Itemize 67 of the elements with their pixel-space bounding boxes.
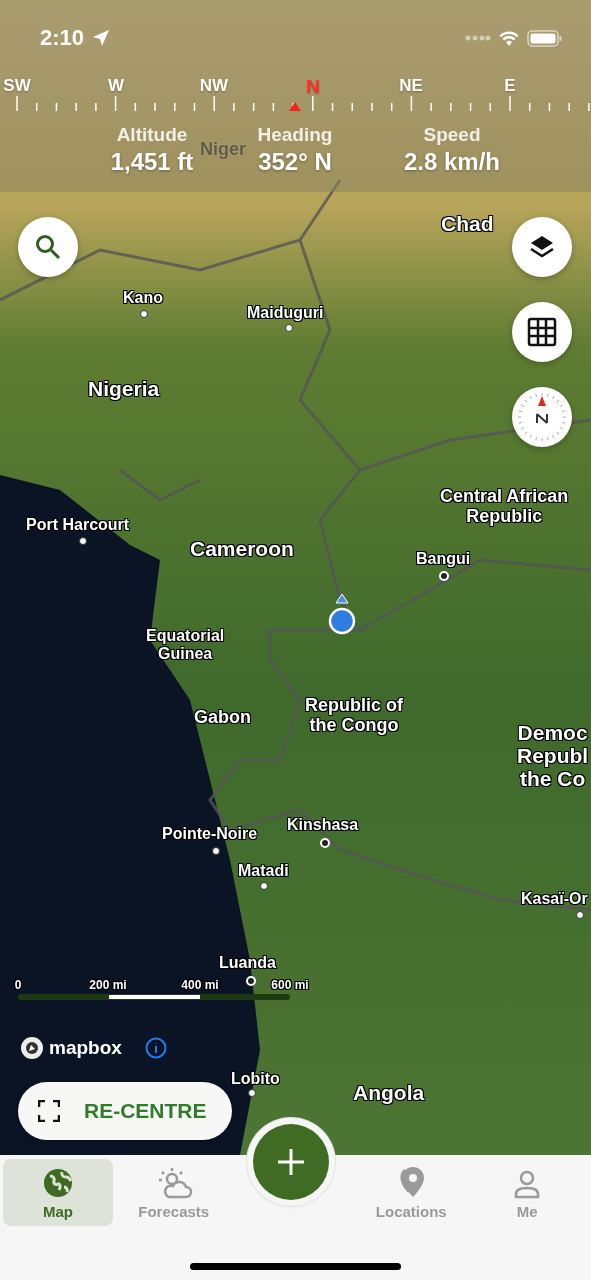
location-arrow-icon bbox=[92, 29, 111, 47]
map-label: Nigeria bbox=[88, 377, 160, 401]
logo-icon bbox=[20, 1036, 44, 1060]
wifi-icon bbox=[499, 30, 519, 46]
city-dot-icon bbox=[260, 882, 268, 890]
map-label: Kasaï-Or bbox=[521, 890, 588, 908]
city-dot-icon bbox=[576, 911, 584, 919]
city-dot-icon bbox=[140, 310, 148, 318]
map-label: Matadi bbox=[238, 862, 289, 880]
capital-marker-icon bbox=[439, 571, 449, 581]
battery-icon bbox=[527, 29, 563, 47]
map-label: Gabon bbox=[194, 708, 251, 728]
city-dot-icon bbox=[285, 324, 293, 332]
map-label: Democ Republ the Co bbox=[517, 721, 589, 791]
stat-label: Heading bbox=[257, 124, 333, 146]
grid-icon bbox=[527, 317, 557, 347]
map-label: Central African Republic bbox=[440, 487, 569, 527]
plus-icon bbox=[275, 1147, 306, 1177]
focus-frame-icon bbox=[38, 1100, 60, 1122]
city-dot-icon bbox=[79, 537, 87, 545]
scale-label: 600 mi bbox=[271, 978, 309, 992]
map-label: Maiduguri bbox=[247, 304, 324, 322]
compass-icon bbox=[517, 392, 567, 442]
info-icon[interactable] bbox=[144, 1037, 167, 1059]
compass-direction: SW bbox=[3, 76, 31, 96]
city-dot-icon bbox=[212, 847, 220, 855]
compass-direction: W bbox=[108, 76, 124, 96]
map-label: Luanda bbox=[219, 954, 276, 972]
stat-value: 352° N bbox=[258, 148, 332, 176]
map-label: Chad bbox=[441, 212, 494, 236]
compass-direction: N bbox=[306, 76, 320, 98]
map-label: Port Harcourt bbox=[26, 516, 130, 534]
stat-label: Altitude bbox=[116, 124, 188, 146]
compass-direction: E bbox=[504, 76, 516, 96]
scale-label: 0 bbox=[14, 978, 22, 992]
stat-value: 1,451 ft bbox=[110, 148, 194, 176]
tab[interactable]: Map bbox=[3, 1159, 113, 1226]
stat-value: 2.8 km/h bbox=[403, 148, 500, 176]
map-label: Pointe-Noire bbox=[162, 825, 258, 843]
person-icon bbox=[513, 1169, 542, 1199]
location-marker-icon bbox=[328, 592, 356, 636]
stat-label: Speed bbox=[423, 124, 481, 146]
tab[interactable]: Forecasts bbox=[118, 1159, 229, 1226]
map-label: Equatorial Guinea bbox=[146, 627, 225, 663]
map-label: Angola bbox=[353, 1081, 425, 1105]
map-label: Bangui bbox=[416, 550, 471, 568]
scale-label: 400 mi bbox=[181, 978, 219, 992]
tab[interactable]: Me bbox=[472, 1159, 582, 1226]
compass-direction: NE bbox=[399, 76, 423, 96]
map-label: Cameroon bbox=[190, 537, 294, 561]
city-dot-icon bbox=[248, 1089, 256, 1097]
tab[interactable]: Locations bbox=[356, 1159, 467, 1226]
recentre-button[interactable]: RE-CENTRE bbox=[18, 1082, 232, 1140]
capital-marker-icon bbox=[320, 838, 330, 848]
map-label: Kinshasa bbox=[287, 816, 359, 834]
map-label: Republic of the Congo bbox=[305, 696, 403, 736]
map-label: Lobito bbox=[231, 1070, 280, 1088]
capital-marker-icon bbox=[246, 976, 256, 986]
search-icon bbox=[35, 234, 61, 260]
globe-icon bbox=[41, 1167, 74, 1199]
status-time: 2:10 bbox=[40, 25, 85, 51]
map-label: Niger bbox=[200, 140, 246, 160]
compass-direction: NW bbox=[199, 76, 229, 96]
attribution-logo: mapbox bbox=[49, 1037, 122, 1059]
map-label: Kano bbox=[123, 289, 163, 307]
scale-label: 200 mi bbox=[89, 978, 127, 992]
signal-icon bbox=[465, 34, 491, 42]
